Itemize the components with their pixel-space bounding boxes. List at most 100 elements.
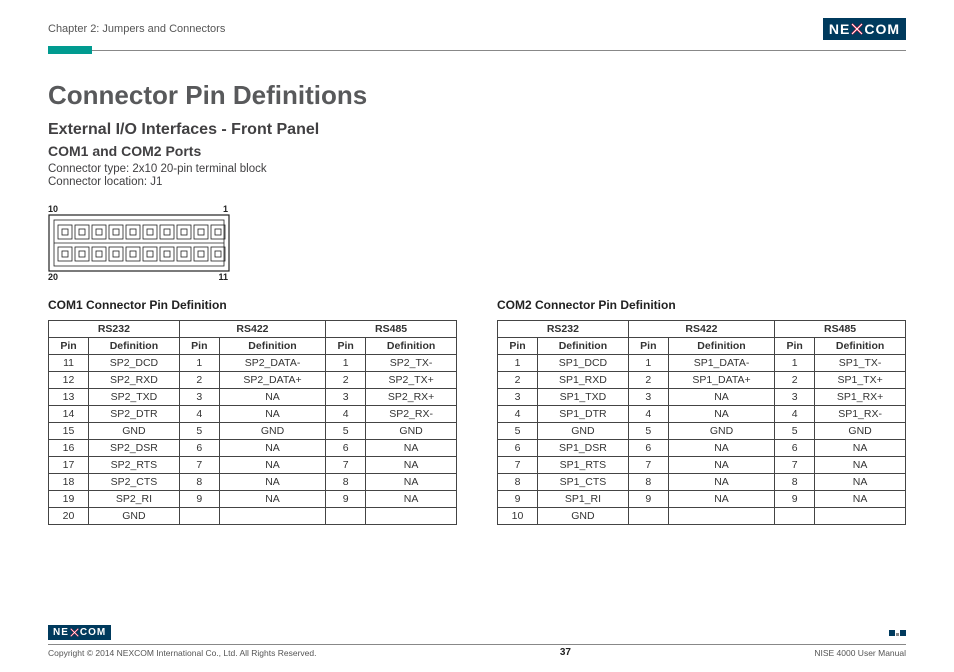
cell-def: SP2_RX- — [366, 406, 457, 423]
cell-def: SP2_TXD — [89, 389, 180, 406]
cell-def: GND — [668, 423, 774, 440]
table-row: 9SP1_RI9NA9NA — [498, 491, 906, 508]
cell-def: NA — [668, 440, 774, 457]
cell-pin: 9 — [179, 491, 219, 508]
com1-table-block: COM1 Connector Pin Definition RS232RS422… — [48, 292, 457, 525]
page-footer: NE COM Copyright © 2014 NEXCOM Internati… — [48, 625, 906, 658]
cell-pin: 5 — [775, 423, 815, 440]
cell-def: GND — [538, 423, 629, 440]
cell-pin: 4 — [498, 406, 538, 423]
cell-def: NA — [366, 491, 457, 508]
cell-pin: 1 — [179, 355, 219, 372]
cell-def: NA — [815, 491, 906, 508]
connector-type: Connector type: 2x10 20-pin terminal blo… — [48, 163, 906, 175]
cell-pin: 4 — [628, 406, 668, 423]
table-row: 2SP1_RXD2SP1_DATA+2SP1_TX+ — [498, 372, 906, 389]
header-rule — [48, 46, 906, 54]
cell-def: NA — [219, 440, 325, 457]
table-col-def: Definition — [89, 338, 180, 355]
cell-pin: 12 — [49, 372, 89, 389]
table-row: 16SP2_DSR6NA6NA — [49, 440, 457, 457]
cell-pin: 6 — [775, 440, 815, 457]
table-row: 11SP2_DCD1SP2_DATA-1SP2_TX- — [49, 355, 457, 372]
cell-def — [815, 508, 906, 525]
manual-name: NISE 4000 User Manual — [814, 648, 906, 658]
footer-brand-logo: NE COM — [48, 625, 111, 640]
cell-def — [366, 508, 457, 525]
cell-def: NA — [219, 457, 325, 474]
cell-def: NA — [668, 406, 774, 423]
table-group-header: RS485 — [326, 321, 457, 338]
cell-pin: 14 — [49, 406, 89, 423]
cell-pin: 1 — [775, 355, 815, 372]
cell-pin — [326, 508, 366, 525]
chapter-label: Chapter 2: Jumpers and Connectors — [48, 23, 225, 35]
cell-def: NA — [219, 406, 325, 423]
cell-pin: 9 — [775, 491, 815, 508]
cell-pin: 11 — [49, 355, 89, 372]
cell-pin: 8 — [775, 474, 815, 491]
connector-diagram: 10 1 — [48, 204, 906, 282]
cell-pin: 6 — [179, 440, 219, 457]
cell-def: SP2_CTS — [89, 474, 180, 491]
table-col-pin: Pin — [326, 338, 366, 355]
cell-def: SP2_TX+ — [366, 372, 457, 389]
cell-pin: 15 — [49, 423, 89, 440]
divider — [92, 50, 906, 51]
cell-def: NA — [815, 474, 906, 491]
cell-def: SP1_DSR — [538, 440, 629, 457]
com2-table: RS232RS422RS485PinDefinitionPinDefinitio… — [497, 320, 906, 525]
cell-pin: 5 — [326, 423, 366, 440]
table-row: 6SP1_DSR6NA6NA — [498, 440, 906, 457]
com1-table: RS232RS422RS485PinDefinitionPinDefinitio… — [48, 320, 457, 525]
cell-def: NA — [668, 491, 774, 508]
table-row: 13SP2_TXD3NA3SP2_RX+ — [49, 389, 457, 406]
cell-pin — [775, 508, 815, 525]
cell-def: SP1_DCD — [538, 355, 629, 372]
diagram-label-bottom-right: 11 — [218, 272, 228, 282]
cell-def: SP1_RTS — [538, 457, 629, 474]
cell-pin: 19 — [49, 491, 89, 508]
cell-pin: 2 — [775, 372, 815, 389]
cell-def: SP1_TXD — [538, 389, 629, 406]
table-group-header: RS422 — [628, 321, 774, 338]
cell-pin: 5 — [498, 423, 538, 440]
cell-def: SP1_CTS — [538, 474, 629, 491]
table-row: 17SP2_RTS7NA7NA — [49, 457, 457, 474]
cell-def: SP2_DTR — [89, 406, 180, 423]
table-col-pin: Pin — [49, 338, 89, 355]
cell-def: SP1_RX- — [815, 406, 906, 423]
cell-pin: 17 — [49, 457, 89, 474]
cell-def: NA — [219, 491, 325, 508]
cell-def: SP2_RX+ — [366, 389, 457, 406]
cell-def: SP2_TX- — [366, 355, 457, 372]
cell-def: SP2_DATA+ — [219, 372, 325, 389]
cell-def: NA — [815, 457, 906, 474]
cell-def: GND — [815, 423, 906, 440]
table-row: 14SP2_DTR4NA4SP2_RX- — [49, 406, 457, 423]
diagram-label-bottom-left: 20 — [48, 272, 58, 282]
cell-pin — [628, 508, 668, 525]
cell-pin: 20 — [49, 508, 89, 525]
table-group-header: RS232 — [49, 321, 180, 338]
cell-pin: 6 — [628, 440, 668, 457]
table-group-header: RS422 — [179, 321, 325, 338]
table-row: 18SP2_CTS8NA8NA — [49, 474, 457, 491]
cell-def: SP1_TX+ — [815, 372, 906, 389]
table-row: 8SP1_CTS8NA8NA — [498, 474, 906, 491]
diagram-label-top-left: 10 — [48, 204, 58, 214]
cell-def: NA — [366, 457, 457, 474]
accent-bar — [48, 46, 92, 54]
cell-pin: 7 — [498, 457, 538, 474]
brand-logo: NE COM — [823, 18, 906, 40]
cell-def: NA — [668, 389, 774, 406]
cell-def — [219, 508, 325, 525]
cell-def: SP1_DTR — [538, 406, 629, 423]
cell-def: SP1_RI — [538, 491, 629, 508]
cell-pin: 9 — [326, 491, 366, 508]
cell-pin: 2 — [326, 372, 366, 389]
table-col-def: Definition — [219, 338, 325, 355]
table-row: 7SP1_RTS7NA7NA — [498, 457, 906, 474]
cell-pin: 1 — [498, 355, 538, 372]
cell-def: NA — [815, 440, 906, 457]
